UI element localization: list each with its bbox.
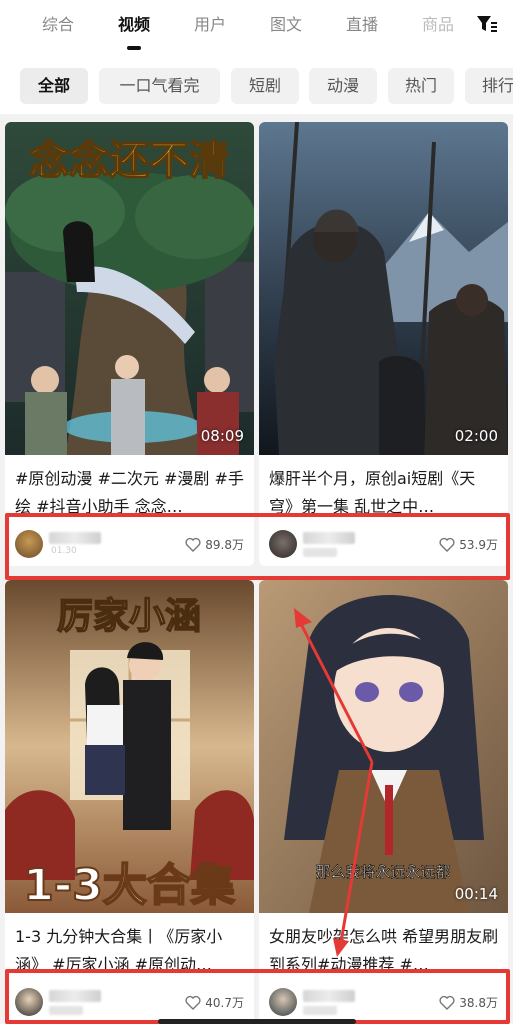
video-thumbnail[interactable]: 那么我将永远永远都 00:14 <box>259 580 508 913</box>
publish-date: 01.30 <box>51 546 77 556</box>
video-title[interactable]: 女朋友吵架怎么哄 希望男朋友刷到系列#动漫推荐 #… <box>269 923 499 979</box>
avatar[interactable] <box>15 530 43 558</box>
tab-comprehensive[interactable]: 综合 <box>42 14 74 36</box>
video-card[interactable]: 厉家小涵 1-3大合集 1-3 九分钟大合集丨《厉家小涵》 #厉家小涵 #原创动… <box>5 580 254 1024</box>
video-duration: 02:00 <box>454 427 498 445</box>
like-count[interactable]: 38.8万 <box>439 992 498 1012</box>
author-row: 38.8万 <box>259 982 508 1024</box>
author-row: 40.7万 <box>5 982 254 1024</box>
video-title[interactable]: 1-3 九分钟大合集丨《厉家小涵》 #厉家小涵 #原创动… <box>15 923 245 979</box>
tab-products[interactable]: 商品 <box>422 14 454 36</box>
tab-image-text[interactable]: 图文 <box>270 14 302 36</box>
video-duration: 08:09 <box>200 427 244 445</box>
author-name-blurred[interactable] <box>49 990 101 1002</box>
like-count-text: 38.8万 <box>459 995 498 1010</box>
like-count[interactable]: 89.8万 <box>185 534 244 554</box>
filter-icon[interactable] <box>476 14 498 34</box>
svg-text:那么我将永远永远都: 那么我将永远永远都 <box>315 863 450 881</box>
avatar[interactable] <box>15 988 43 1016</box>
like-count[interactable]: 53.9万 <box>439 534 498 554</box>
thumbnail-illustration: 念念还不清 <box>5 122 254 455</box>
like-count-text: 40.7万 <box>205 995 244 1010</box>
video-thumbnail[interactable]: 念念还不清 08:09 <box>5 122 254 455</box>
author-subline-blurred <box>303 548 337 557</box>
author-row: 53.9万 <box>259 524 508 566</box>
svg-text:1-3大合集: 1-3大合集 <box>23 860 235 911</box>
category-chip-bar: 全部 一口气看完 短剧 动漫 热门 排行 <box>0 56 513 114</box>
thumbnail-illustration <box>259 122 508 455</box>
video-title[interactable]: #原创动漫 #二次元 #漫剧 #手绘 #抖音小助手 念念… <box>15 465 245 521</box>
svg-text:念念还不清: 念念还不清 <box>29 137 229 184</box>
author-name-blurred[interactable] <box>303 990 355 1002</box>
author-row: 01.30 89.8万 <box>5 524 254 566</box>
video-title[interactable]: 爆肝半个月，原创ai短剧《天穹》第一集 乱世之中… <box>269 465 499 521</box>
tab-users[interactable]: 用户 <box>194 14 226 36</box>
video-thumbnail[interactable]: 厉家小涵 1-3大合集 <box>5 580 254 913</box>
like-count-text: 89.8万 <box>205 537 244 552</box>
like-count[interactable]: 40.7万 <box>185 992 244 1012</box>
chip-hot[interactable]: 热门 <box>388 68 454 104</box>
chip-all[interactable]: 全部 <box>20 68 88 104</box>
chip-short-drama[interactable]: 短剧 <box>231 68 299 104</box>
author-name-blurred[interactable] <box>49 532 101 544</box>
thumbnail-illustration: 那么我将永远永远都 <box>259 580 508 913</box>
heart-icon <box>439 995 455 1010</box>
tab-live[interactable]: 直播 <box>346 14 378 36</box>
tab-video[interactable]: 视频 <box>118 14 150 36</box>
avatar[interactable] <box>269 988 297 1016</box>
active-tab-indicator <box>127 46 141 50</box>
video-card[interactable]: 念念还不清 08:09 #原创动漫 #二次元 #漫剧 #手绘 #抖音小助手 念念… <box>5 122 254 566</box>
search-tab-bar: 综合 视频 用户 图文 直播 商品 <box>0 0 513 56</box>
video-duration: 00:14 <box>454 885 498 903</box>
author-name-blurred[interactable] <box>303 532 355 544</box>
chip-binge[interactable]: 一口气看完 <box>99 68 220 104</box>
chip-anime[interactable]: 动漫 <box>309 68 377 104</box>
author-subline-blurred <box>49 1006 83 1015</box>
thumbnail-illustration: 厉家小涵 1-3大合集 <box>5 580 254 913</box>
heart-icon <box>439 537 455 552</box>
heart-icon <box>185 995 201 1010</box>
video-thumbnail[interactable]: 02:00 <box>259 122 508 455</box>
svg-text:厉家小涵: 厉家小涵 <box>57 595 201 637</box>
avatar[interactable] <box>269 530 297 558</box>
video-card[interactable]: 那么我将永远永远都 00:14 女朋友吵架怎么哄 希望男朋友刷到系列#动漫推荐 … <box>259 580 508 1024</box>
author-subline-blurred <box>303 1006 337 1015</box>
heart-icon <box>185 537 201 552</box>
chip-ranking[interactable]: 排行 <box>465 68 513 104</box>
home-indicator <box>158 1019 356 1024</box>
video-card[interactable]: 02:00 爆肝半个月，原创ai短剧《天穹》第一集 乱世之中… 53.9万 <box>259 122 508 566</box>
like-count-text: 53.9万 <box>459 537 498 552</box>
